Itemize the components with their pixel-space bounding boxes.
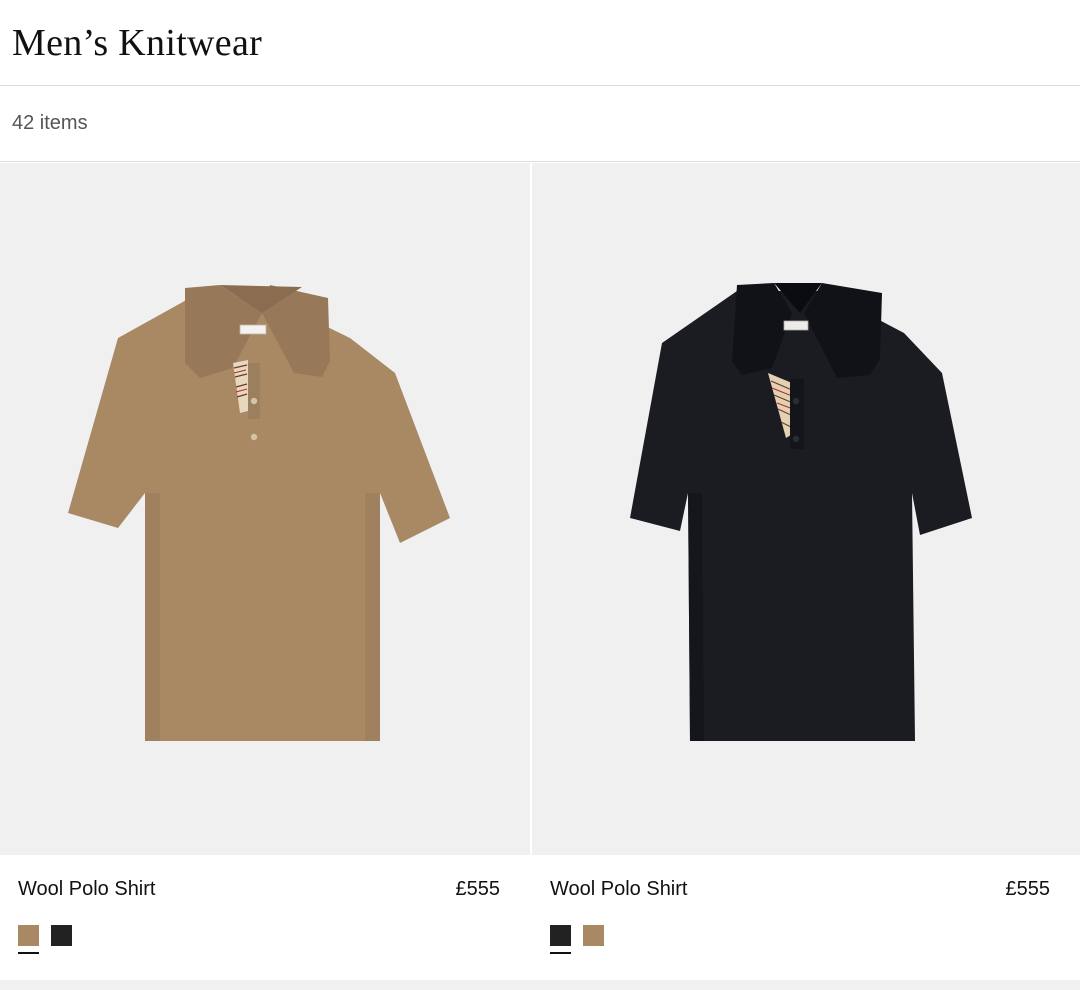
polo-shirt-image: [630, 283, 972, 741]
product-card[interactable]: Wool Polo Shirt £555: [0, 163, 530, 980]
next-row-edge: [0, 980, 1080, 990]
product-image[interactable]: [0, 163, 530, 855]
color-swatches: [18, 925, 500, 954]
shirt-shape: [630, 283, 972, 741]
polo-shirt-image: [68, 285, 450, 741]
product-price: £555: [1005, 877, 1051, 900]
product-name[interactable]: Wool Polo Shirt: [18, 878, 155, 901]
product-name-row: Wool Polo Shirt £555: [550, 867, 1050, 911]
swatch-camel[interactable]: [18, 925, 39, 954]
product-info: Wool Polo Shirt £555: [0, 855, 530, 980]
product-image[interactable]: [532, 163, 1080, 855]
product-grid: Wool Polo Shirt £555 Wool Polo Shirt £55…: [0, 163, 1080, 980]
product-card[interactable]: Wool Polo Shirt £555: [532, 163, 1080, 980]
product-price: £555: [455, 877, 501, 900]
swatch-black[interactable]: [550, 925, 571, 954]
product-info: Wool Polo Shirt £555: [532, 855, 1080, 980]
color-swatches: [550, 925, 1050, 954]
product-name[interactable]: Wool Polo Shirt: [550, 878, 687, 901]
page-header: Men’s Knitwear: [0, 0, 1080, 86]
page-title: Men’s Knitwear: [12, 21, 263, 64]
results-bar: 42 items: [0, 86, 1080, 162]
item-count: 42 items: [12, 112, 88, 134]
swatch-black[interactable]: [51, 925, 72, 946]
product-name-row: Wool Polo Shirt £555: [18, 867, 500, 911]
swatch-camel[interactable]: [583, 925, 604, 946]
shirt-shape: [68, 285, 450, 741]
